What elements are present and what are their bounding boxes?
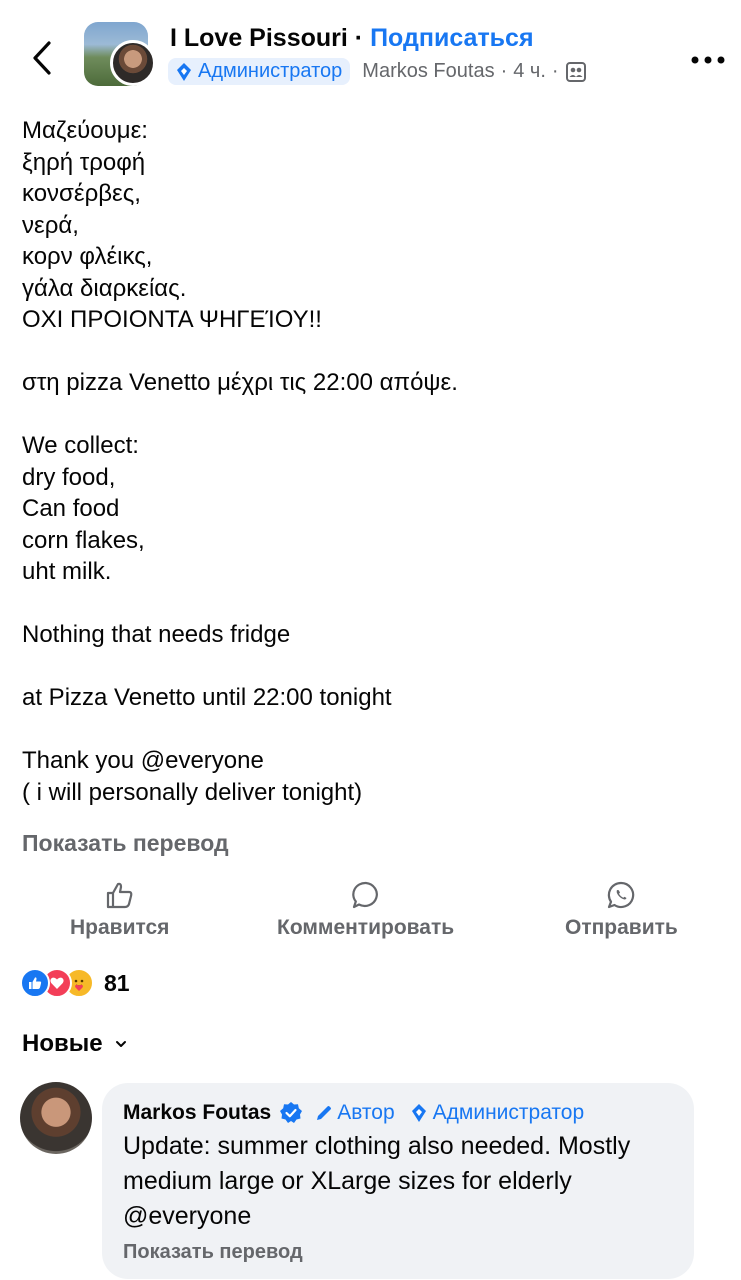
post-line: ΟΧΙ ΠΡΟΙΟΝΤΑ ΨΗΓΕΊΟΥ!!	[22, 306, 322, 333]
share-button[interactable]: Отправить	[565, 880, 678, 940]
reaction-count: 81	[104, 969, 130, 996]
post-line: dry food,	[22, 463, 116, 491]
author-tag: Автор	[315, 1101, 395, 1125]
post-line: Can food	[22, 495, 120, 522]
chevron-left-icon	[33, 41, 51, 75]
admin-badge-label: Администратор	[198, 60, 343, 82]
post-line: κονσέρβες,	[22, 180, 141, 207]
post-line: στη pizza Venetto μέχρι τις 22:00 απόψε.	[22, 369, 458, 396]
post-line: Μαζεύουμε:	[22, 117, 148, 144]
post-line	[22, 399, 722, 431]
more-dots-icon	[691, 56, 725, 64]
admin-tag: Администратор	[409, 1101, 585, 1125]
thumbs-up-icon	[106, 882, 133, 909]
comment-show-translation-link[interactable]: Показать перевод	[123, 1241, 303, 1264]
more-options-button[interactable]	[688, 48, 728, 72]
title-line: I Love Pissouri · Подписаться	[170, 24, 534, 53]
post-line: γάλα διαρκείας.	[22, 274, 187, 302]
comment-text: Update: summer clothing also needed. Mos…	[123, 1132, 631, 1230]
post-line	[22, 588, 722, 620]
post-line: νερά,	[22, 211, 79, 239]
post-body: Μαζεύουμε: ξηρή τροφή κονσέρβες, νερά, κ…	[22, 115, 722, 808]
post-actions: Нравится Комментировать Отправить	[0, 880, 741, 950]
like-button[interactable]: Нравится	[70, 880, 169, 940]
post-line: We collect:	[22, 432, 139, 459]
comment-header: Markos Foutas Автор Администратор	[123, 1101, 598, 1125]
post-line: ( i will personally deliver tonight)	[22, 778, 363, 806]
like-icon	[20, 968, 50, 998]
subscribe-link[interactable]: Подписаться	[370, 24, 533, 52]
verified-badge-icon	[280, 1102, 303, 1123]
meta-separator: ·	[500, 60, 508, 82]
post-line: ξηρή τροφή	[22, 148, 146, 176]
author-tag-label: Автор	[337, 1101, 395, 1124]
reactions-summary[interactable]: 81	[20, 968, 130, 998]
admin-badge: Администратор	[168, 58, 351, 85]
sort-label: Новые	[22, 1030, 103, 1057]
post-line: Thank you @everyone	[22, 747, 264, 774]
post-line: Nothing that needs fridge	[22, 621, 291, 648]
group-name[interactable]: I Love Pissouri	[170, 24, 348, 52]
show-translation-link[interactable]: Показать перевод	[22, 830, 229, 857]
share-label: Отправить	[565, 916, 678, 939]
post-line: at Pizza Venetto until 22:00 tonight	[22, 684, 392, 711]
post-line	[22, 336, 722, 368]
admin-shield-icon	[411, 1104, 426, 1122]
comment-label: Комментировать	[277, 916, 455, 939]
chevron-down-icon	[115, 1041, 126, 1047]
whatsapp-icon	[608, 881, 635, 909]
post-line	[22, 714, 722, 746]
comment-author-avatar[interactable]	[20, 1082, 92, 1154]
group-audience-icon	[565, 61, 586, 82]
comment-sort-dropdown[interactable]: Новые	[22, 1030, 127, 1058]
pencil-icon	[317, 1106, 332, 1120]
post-line	[22, 651, 722, 683]
like-label: Нравится	[70, 916, 170, 939]
comment-button[interactable]: Комментировать	[277, 880, 454, 940]
post-author[interactable]: Markos Foutas	[362, 60, 494, 83]
admin-tag-label: Администратор	[432, 1101, 585, 1124]
post-line: corn flakes,	[22, 526, 145, 554]
back-button[interactable]	[24, 36, 60, 80]
post-meta: Администратор Markos Foutas · 4 ч. ·	[168, 58, 587, 85]
post-header: I Love Pissouri · Подписаться Администра…	[0, 0, 741, 108]
post-time[interactable]: 4 ч.	[513, 60, 546, 83]
title-separator: ·	[354, 24, 364, 52]
meta-separator-2: ·	[551, 60, 559, 82]
comment-author-name[interactable]: Markos Foutas	[123, 1101, 271, 1125]
admin-shield-icon	[177, 62, 191, 81]
post-line: κορν φλέικς,	[22, 243, 153, 270]
comment-bubble-icon	[351, 881, 378, 909]
author-avatar-small[interactable]	[110, 40, 156, 86]
post-line: uht milk.	[22, 558, 112, 585]
comment-bubble: Markos Foutas Автор Администратор Update…	[102, 1083, 694, 1279]
